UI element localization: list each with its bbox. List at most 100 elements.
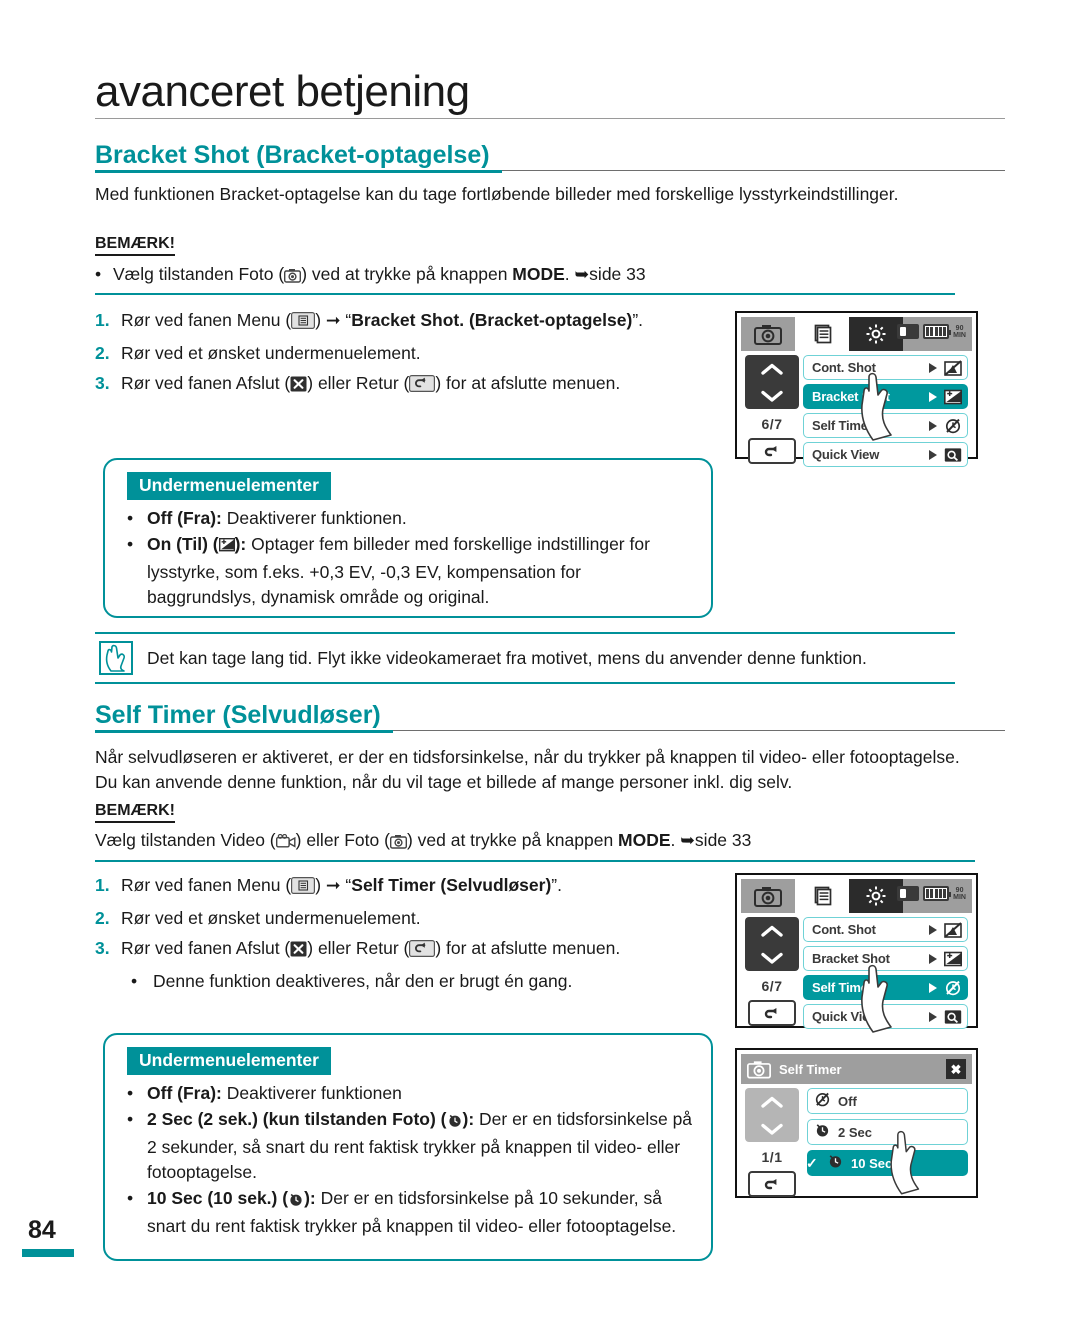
- page-number: 84: [28, 1216, 56, 1244]
- menu-icon: [814, 324, 832, 344]
- menu-row-quick-view[interactable]: Quick View: [803, 442, 968, 467]
- lcd-screen-bracket-shot: 90 MIN 6/7 Cont. Shot Bracket Shot Self …: [735, 311, 978, 467]
- option-row-10sec[interactable]: ✓ 10 Sec: [806, 1150, 968, 1176]
- bullet-dot: •: [127, 508, 134, 528]
- submenu-item-bold2: ):: [304, 1188, 316, 1208]
- scroll-down-button[interactable]: [745, 382, 799, 409]
- tab-settings[interactable]: [849, 317, 903, 351]
- step-text-b: ) eller Retur (: [307, 373, 410, 393]
- menu-row-label: Self Timer: [812, 418, 873, 433]
- tab-camera[interactable]: [741, 879, 795, 913]
- lcd-screen-self-timer-options: Self Timer ✖ 1/1 Off 2 Sec ✓ 10 Sec: [735, 1048, 978, 1198]
- step-body: Rør ved fanen Afslut () eller Retur () f…: [121, 936, 715, 964]
- section1-note-label: BEMÆRK!: [95, 235, 175, 256]
- step-body: Rør ved fanen Menu () ➞ “Self Timer (Sel…: [121, 873, 715, 901]
- expand-triangle-icon: [929, 924, 937, 935]
- submenu-title: Undermenuelementer: [127, 1047, 331, 1075]
- menu-row-bracket-shot[interactable]: Bracket Shot: [803, 384, 968, 409]
- section2-note-label: BEMÆRK!: [95, 802, 175, 823]
- expand-triangle-icon: [929, 420, 937, 431]
- submenu-item-off: • Off (Fra): Deaktiverer funktionen.: [127, 506, 693, 531]
- page-indicator: 1/1: [761, 1149, 783, 1165]
- submenu-item-text: Off (Fra): Deaktiverer funktionen.: [147, 506, 407, 531]
- cont-shot-off-icon: [943, 921, 963, 939]
- dialog-title: Self Timer: [779, 1061, 842, 1077]
- self-timer-off-icon: [943, 979, 963, 997]
- timer-2sec-icon: [814, 1122, 831, 1143]
- submenu-item-bold: 2 Sec (2 sek.) (kun tilstanden Foto) (: [147, 1109, 447, 1129]
- submenu-item-bold: On (Til) (: [147, 534, 219, 554]
- scroll-up-button[interactable]: [745, 917, 799, 944]
- submenu-items: • Off (Fra): Deaktiverer funktionen. • O…: [127, 506, 693, 610]
- submenu-item-bold2: ):: [462, 1109, 475, 1129]
- step-3: 3. Rør ved fanen Afslut () eller Retur (…: [95, 371, 705, 399]
- timer-10sec-icon: [288, 1189, 304, 1214]
- note2-text-mid1: ) eller Foto (: [295, 830, 390, 850]
- chevron-down-icon: [761, 1123, 783, 1135]
- step-number: 1.: [95, 310, 110, 330]
- quick-view-icon: [943, 1008, 963, 1026]
- expand-triangle-icon: [929, 1011, 937, 1022]
- menu-row-label: Cont. Shot: [812, 360, 876, 375]
- menu-tab-icon: [291, 876, 316, 901]
- tab-settings[interactable]: [849, 879, 903, 913]
- option-row-off[interactable]: Off: [807, 1088, 968, 1114]
- camera-icon: [754, 324, 782, 345]
- lcd-nav-column: 6/7: [745, 917, 799, 1026]
- cont-shot-off-icon: [943, 359, 963, 377]
- tab-menu[interactable]: [795, 317, 849, 351]
- page-indicator: 6/7: [761, 978, 783, 994]
- tab-menu[interactable]: [795, 879, 849, 913]
- lcd-inner: Self Timer ✖ 1/1 Off 2 Sec ✓ 10 Sec: [741, 1054, 972, 1197]
- caution-strip: Det kan tage lang tid. Flyt ikke videoka…: [95, 632, 955, 684]
- menu-row-cont-shot[interactable]: Cont. Shot: [803, 355, 968, 380]
- chevron-up-icon: [761, 1096, 783, 1108]
- sd-card-icon: [897, 886, 920, 901]
- submenu-item-bold2: ):: [234, 534, 247, 554]
- chevron-down-icon: [761, 952, 783, 964]
- menu-row-bracket-shot[interactable]: Bracket Shot: [803, 946, 968, 971]
- scroll-up-button[interactable]: [745, 355, 799, 382]
- option-row-2sec[interactable]: 2 Sec: [807, 1119, 968, 1145]
- scroll-down-button[interactable]: [745, 1115, 799, 1142]
- back-button[interactable]: [748, 1171, 796, 1197]
- bullet-dot: •: [127, 1109, 134, 1129]
- back-button[interactable]: [748, 438, 796, 464]
- tab-camera[interactable]: [741, 317, 795, 351]
- menu-row-quick-view[interactable]: Quick View: [803, 1004, 968, 1029]
- scroll-up-button[interactable]: [745, 1088, 799, 1115]
- step-body: Rør ved fanen Afslut () eller Retur () f…: [121, 371, 705, 399]
- lcd-top-tabbar: 90 MIN: [741, 879, 972, 913]
- bullet-dot: •: [127, 1083, 134, 1103]
- caution-hand-icon: [99, 641, 133, 675]
- menu-row-self-timer[interactable]: Self Timer: [803, 975, 968, 1000]
- page-indicator: 6/7: [761, 416, 783, 432]
- submenu-item-2sec: • 2 Sec (2 sek.) (kun tilstanden Foto) (…: [127, 1107, 693, 1185]
- chevron-down-icon: [761, 390, 783, 402]
- close-icon[interactable]: ✖: [946, 1059, 966, 1079]
- step-number: 2.: [95, 343, 110, 363]
- note-text-pre: Vælg tilstanden Foto (: [113, 264, 285, 284]
- photo-mode-icon: [284, 265, 302, 290]
- note2-text-pre: Vælg tilstanden Video (: [95, 830, 276, 850]
- lcd-body: 1/1 Off 2 Sec ✓ 10 Sec: [741, 1084, 972, 1197]
- lcd-menu-rows: Cont. Shot Bracket Shot Self Timer Quick…: [803, 355, 968, 467]
- submenu-item-off: • Off (Fra): Deaktiverer funktionen: [127, 1081, 693, 1106]
- quick-view-icon: [943, 446, 963, 464]
- submenu-items: • Off (Fra): Deaktiverer funktionen • 2 …: [127, 1081, 693, 1239]
- section2-note-line: Vælg tilstanden Video () eller Foto () v…: [95, 828, 975, 856]
- back-button[interactable]: [748, 1000, 796, 1026]
- step-text-mid: ) ➞ “: [315, 875, 352, 895]
- step-1: 1. Rør ved fanen Menu () ➞ “Self Timer (…: [95, 873, 715, 901]
- step-text-c: ) for at afslutte menuen.: [435, 938, 621, 958]
- submenu-item-10sec: • 10 Sec (10 sek.) (): Der er en tidsfor…: [127, 1186, 693, 1239]
- return-arrow-icon: [764, 445, 777, 456]
- menu-row-cont-shot[interactable]: Cont. Shot: [803, 917, 968, 942]
- submenu-item-text: Off (Fra): Deaktiverer funktionen: [147, 1081, 402, 1106]
- record-time-remaining: 90 MIN: [953, 886, 966, 901]
- lcd-body: 6/7 Cont. Shot Bracket Shot Self Timer Q…: [741, 913, 972, 1033]
- scroll-down-button[interactable]: [745, 944, 799, 971]
- step-2: 2. Rør ved et ønsket undermenuelement.: [95, 906, 715, 931]
- option-label: Off: [838, 1093, 857, 1109]
- menu-row-self-timer[interactable]: Self Timer: [803, 413, 968, 438]
